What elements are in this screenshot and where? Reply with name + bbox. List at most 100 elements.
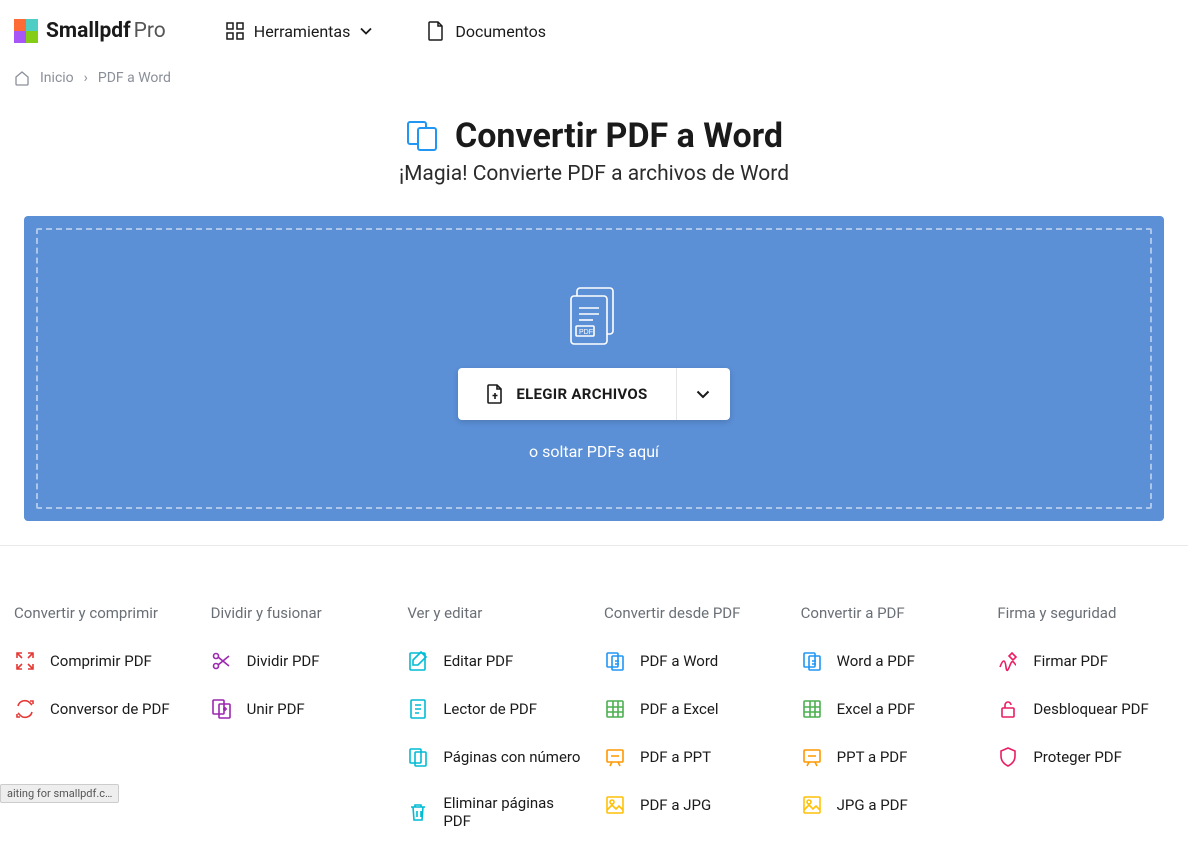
tool-link[interactable]: Conversor de PDF <box>14 698 191 720</box>
page-title: Convertir PDF a Word <box>455 116 783 156</box>
xls-icon <box>801 698 823 720</box>
tool-column: Firma y seguridad Firmar PDF Desbloquear P… <box>997 604 1174 856</box>
tool-label: Editar PDF <box>443 652 513 670</box>
chevron-down-icon <box>360 27 372 35</box>
tool-label: Lector de PDF <box>443 700 537 718</box>
grid-icon <box>226 22 244 40</box>
tool-link[interactable]: PDF a Excel <box>604 698 781 720</box>
tool-link[interactable]: JPG a PDF <box>801 794 978 816</box>
tool-link[interactable]: PDF a PPT <box>604 746 781 768</box>
tool-link[interactable]: Dividir PDF <box>211 650 388 672</box>
nav-tools-label: Herramientas <box>254 22 351 41</box>
tool-label: Comprimir PDF <box>50 652 152 670</box>
svg-text:PDF: PDF <box>579 329 593 336</box>
tool-link[interactable]: Eliminar páginas PDF <box>407 794 584 830</box>
browser-status: aiting for smallpdf.c… <box>0 784 119 803</box>
tool-link[interactable]: Lector de PDF <box>407 698 584 720</box>
ppt-icon <box>604 746 626 768</box>
tool-link[interactable]: Unir PDF <box>211 698 388 720</box>
logo-suffix: Pro <box>134 19 166 43</box>
page-subtitle: ¡Magia! Convierte PDF a archivos de Word <box>0 162 1188 186</box>
column-title: Dividir y fusionar <box>211 604 388 622</box>
tool-link[interactable]: PDF a Word <box>604 650 781 672</box>
tool-label: Eliminar páginas PDF <box>443 794 584 830</box>
choose-files-button[interactable]: ELEGIR ARCHIVOS <box>458 368 675 420</box>
tool-label: Unir PDF <box>247 700 305 718</box>
xls-icon <box>604 698 626 720</box>
drop-hint: o soltar PDFs aquí <box>38 442 1150 461</box>
tool-label: PDF a Excel <box>640 700 718 718</box>
tool-link[interactable]: Proteger PDF <box>997 746 1174 768</box>
choose-file-group: ELEGIR ARCHIVOS <box>458 368 729 420</box>
breadcrumb-sep: › <box>84 70 88 86</box>
chevron-down-icon <box>696 390 710 399</box>
doc-icon <box>801 650 823 672</box>
tool-column: Convertir desde PDF PDF a Word PDF a Excel… <box>604 604 781 856</box>
home-icon <box>14 70 30 86</box>
jpg-icon <box>801 794 823 816</box>
tool-link[interactable]: PPT a PDF <box>801 746 978 768</box>
logo-icon <box>14 19 38 43</box>
nav-tools[interactable]: Herramientas <box>226 22 373 41</box>
tool-column: Ver y editar Editar PDF Lector de PDF Págin… <box>407 604 584 856</box>
tools-grid: Convertir y comprimir Comprimir PDF Conver… <box>0 546 1188 856</box>
tool-label: PPT a PDF <box>837 748 908 766</box>
column-title: Convertir y comprimir <box>14 604 191 622</box>
tool-link[interactable]: Firmar PDF <box>997 650 1174 672</box>
ppt-icon <box>801 746 823 768</box>
tool-link[interactable]: Editar PDF <box>407 650 584 672</box>
convert-icon <box>14 698 36 720</box>
dropzone[interactable]: PDF ELEGIR ARCHIVOS o soltar PDFs aquí <box>24 216 1164 521</box>
tool-label: PDF a Word <box>640 652 718 670</box>
logo-name: Smallpdf <box>46 19 131 43</box>
column-title: Convertir a PDF <box>801 604 978 622</box>
delete-icon <box>407 801 429 823</box>
jpg-icon <box>604 794 626 816</box>
breadcrumb: Inicio › PDF a Word <box>0 62 1188 106</box>
tool-label: Proteger PDF <box>1033 748 1122 766</box>
tool-link[interactable]: Desbloquear PDF <box>997 698 1174 720</box>
reader-icon <box>407 698 429 720</box>
nav-documents-label: Documentos <box>455 22 546 41</box>
breadcrumb-home[interactable]: Inicio <box>40 70 74 86</box>
breadcrumb-current: PDF a Word <box>98 70 171 86</box>
hero: Convertir PDF a Word ¡Magia! Convierte P… <box>0 106 1188 216</box>
pages-icon <box>407 746 429 768</box>
merge-icon <box>211 698 233 720</box>
tool-label: PDF a JPG <box>640 796 711 814</box>
tool-link[interactable]: Word a PDF <box>801 650 978 672</box>
dropzone-inner: PDF ELEGIR ARCHIVOS o soltar PDFs aquí <box>36 228 1152 509</box>
tool-link[interactable]: PDF a JPG <box>604 794 781 816</box>
logo[interactable]: SmallpdfPro <box>14 19 166 43</box>
tool-column: Convertir y comprimir Comprimir PDF Conver… <box>14 604 191 856</box>
nav-documents[interactable]: Documentos <box>427 22 546 41</box>
header: SmallpdfPro Herramientas Documentos <box>0 0 1188 62</box>
pdf-to-word-icon <box>405 119 439 153</box>
pdf-stack-icon: PDF <box>565 286 623 346</box>
split-icon <box>211 650 233 672</box>
tool-column: Convertir a PDF Word a PDF Excel a PDF PPT … <box>801 604 978 856</box>
tool-link[interactable]: Comprimir PDF <box>14 650 191 672</box>
tool-column: Dividir y fusionar Dividir PDF Unir PDF <box>211 604 388 856</box>
doc-icon <box>604 650 626 672</box>
choose-files-label: ELEGIR ARCHIVOS <box>516 385 647 403</box>
unlock-icon <box>997 698 1019 720</box>
tool-label: Páginas con número <box>443 748 580 766</box>
tool-link[interactable]: Páginas con número <box>407 746 584 768</box>
compress-icon <box>14 650 36 672</box>
tool-label: Conversor de PDF <box>50 700 170 718</box>
column-title: Ver y editar <box>407 604 584 622</box>
tool-label: Desbloquear PDF <box>1033 700 1148 718</box>
tool-label: Firmar PDF <box>1033 652 1108 670</box>
tool-label: Dividir PDF <box>247 652 320 670</box>
tool-label: Word a PDF <box>837 652 915 670</box>
tool-label: PDF a PPT <box>640 748 711 766</box>
sign-icon <box>997 650 1019 672</box>
protect-icon <box>997 746 1019 768</box>
column-title: Firma y seguridad <box>997 604 1174 622</box>
choose-dropdown-button[interactable] <box>676 368 730 420</box>
document-icon <box>427 22 445 40</box>
column-title: Convertir desde PDF <box>604 604 781 622</box>
tool-label: Excel a PDF <box>837 700 915 718</box>
tool-link[interactable]: Excel a PDF <box>801 698 978 720</box>
